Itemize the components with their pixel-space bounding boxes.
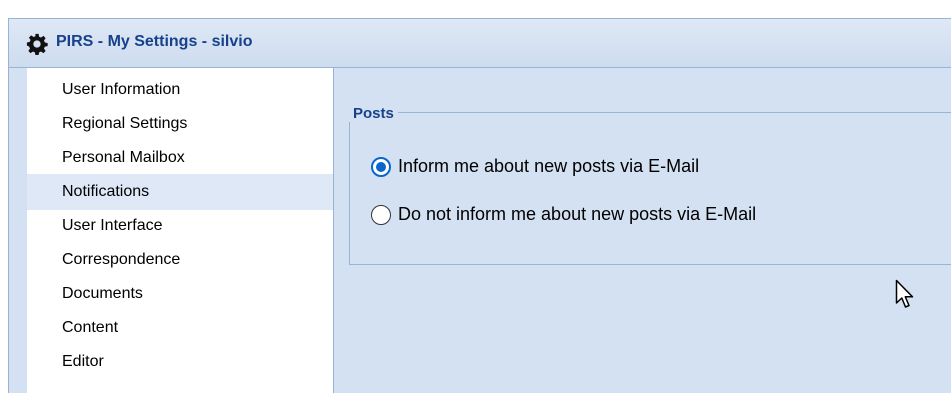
posts-fieldset — [349, 112, 951, 265]
settings-window: PIRS - My Settings - silvio User Informa… — [8, 18, 951, 393]
settings-content-panel: Posts Inform me about new posts via E-Ma… — [334, 68, 951, 393]
radio-dot-icon — [376, 161, 386, 172]
gear-icon — [26, 33, 48, 55]
radio-inform-posts-email[interactable]: Inform me about new posts via E-Mail — [371, 156, 699, 177]
sidebar-item-notifications[interactable]: Notifications — [27, 174, 333, 210]
sidebar-item-regional-settings[interactable]: Regional Settings — [27, 106, 333, 142]
posts-legend: Posts — [349, 105, 398, 122]
radio-do-not-inform-posts-email[interactable]: Do not inform me about new posts via E-M… — [371, 204, 756, 225]
sidebar-item-user-information[interactable]: User Information — [27, 72, 333, 108]
sidebar-item-content[interactable]: Content — [27, 310, 333, 346]
radio-checked-icon[interactable] — [371, 156, 391, 177]
window-title: PIRS - My Settings - silvio — [56, 33, 253, 50]
radio-label-do-not-inform[interactable]: Do not inform me about new posts via E-M… — [398, 204, 756, 225]
settings-sidebar: User Information Regional Settings Perso… — [27, 68, 334, 393]
mouse-pointer-icon — [895, 279, 914, 308]
radio-unchecked-icon[interactable] — [371, 204, 391, 225]
sidebar-item-documents[interactable]: Documents — [27, 276, 333, 312]
window-titlebar: PIRS - My Settings - silvio — [9, 19, 951, 68]
sidebar-item-correspondence[interactable]: Correspondence — [27, 242, 333, 278]
sidebar-item-personal-mailbox[interactable]: Personal Mailbox — [27, 140, 333, 176]
radio-label-inform[interactable]: Inform me about new posts via E-Mail — [398, 156, 699, 177]
sidebar-item-user-interface[interactable]: User Interface — [27, 208, 333, 244]
sidebar-item-editor[interactable]: Editor — [27, 344, 333, 380]
